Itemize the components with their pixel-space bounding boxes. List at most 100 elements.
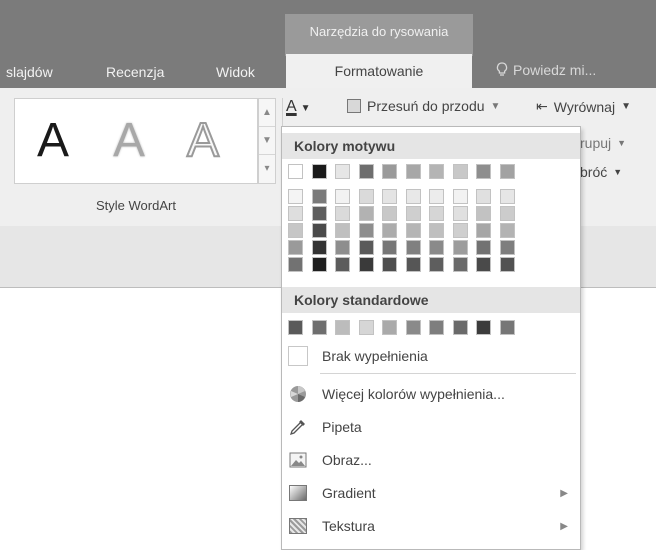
theme-shade-swatch[interactable] [288,189,303,204]
theme-shade-swatch[interactable] [335,257,350,272]
standard-color-swatch[interactable] [476,320,491,335]
theme-shade-swatch[interactable] [499,240,515,255]
theme-shade-swatch[interactable] [405,223,421,238]
theme-color-swatch[interactable] [499,164,515,179]
standard-color-swatch[interactable] [382,320,397,335]
theme-shade-swatch[interactable] [452,257,468,272]
standard-colors-header: Kolory standardowe [282,287,580,313]
standard-color-swatch[interactable] [452,320,468,335]
theme-shade-swatch[interactable] [358,223,374,238]
theme-shade-swatch[interactable] [452,189,468,204]
theme-shade-swatch[interactable] [405,189,421,204]
tab-slides[interactable]: slajdów [6,62,53,82]
theme-shade-swatch[interactable] [499,189,515,204]
theme-shade-swatch[interactable] [452,240,468,255]
theme-shade-swatch[interactable] [405,240,421,255]
theme-shade-swatch[interactable] [382,206,397,221]
theme-shade-swatch[interactable] [311,257,327,272]
theme-shade-swatch[interactable] [335,240,350,255]
group-button[interactable]: rupuj ▼ [580,135,626,151]
theme-shade-swatch[interactable] [382,189,397,204]
theme-color-swatch[interactable] [358,164,374,179]
gallery-scroll-up-icon[interactable]: ▲ [259,99,275,127]
align-button[interactable]: ⇤ Wyrównaj ▼ [536,98,631,115]
standard-color-swatch[interactable] [288,320,303,335]
theme-color-swatch[interactable] [476,164,491,179]
standard-color-swatch[interactable] [429,320,444,335]
eyedropper-item[interactable]: Pipeta [288,414,576,440]
theme-shade-swatch[interactable] [476,189,491,204]
no-fill-item[interactable]: Brak wypełnienia [288,343,576,369]
theme-color-swatch[interactable] [288,164,303,179]
theme-shade-swatch[interactable] [288,223,303,238]
theme-color-swatch[interactable] [429,164,444,179]
theme-color-swatch[interactable] [405,164,421,179]
theme-shade-swatch[interactable] [311,206,327,221]
theme-shade-swatch[interactable] [429,206,444,221]
theme-shade-swatch[interactable] [499,257,515,272]
more-fill-colors-item[interactable]: Więcej kolorów wypełnienia... [288,381,576,407]
color-wheel-icon [288,385,308,403]
theme-shade-swatch[interactable] [335,206,350,221]
texture-item[interactable]: Tekstura ▶ [288,513,576,539]
standard-color-swatch[interactable] [358,320,374,335]
theme-shade-swatch[interactable] [405,206,421,221]
theme-shade-swatch[interactable] [499,223,515,238]
theme-shade-swatch[interactable] [429,240,444,255]
theme-shade-swatch[interactable] [429,257,444,272]
theme-shade-swatch[interactable] [382,240,397,255]
gallery-more-icon[interactable]: ▾ [259,155,275,183]
theme-shade-swatch[interactable] [476,223,491,238]
wordart-style-fill-black[interactable]: A [37,115,69,167]
theme-shade-swatch[interactable] [499,206,515,221]
theme-shade-swatch[interactable] [382,223,397,238]
tab-review[interactable]: Recenzja [106,62,164,82]
theme-shade-swatch[interactable] [288,257,303,272]
picture-fill-item[interactable]: Obraz... [288,447,576,473]
standard-color-swatch[interactable] [499,320,515,335]
menu-divider [320,373,576,374]
tab-view[interactable]: Widok [216,62,255,82]
theme-shade-swatch[interactable] [476,206,491,221]
theme-color-swatch[interactable] [452,164,468,179]
wordart-style-fill-gray[interactable]: A [113,115,145,167]
theme-shade-swatch[interactable] [429,223,444,238]
bring-forward-label: Przesuń do przodu [367,98,485,114]
submenu-arrow-icon: ▶ [560,487,568,499]
tell-me-search[interactable]: Powiedz mi... [496,62,596,78]
theme-shade-swatch[interactable] [311,189,327,204]
theme-shade-swatch[interactable] [405,257,421,272]
theme-shade-swatch[interactable] [452,206,468,221]
theme-shade-swatch[interactable] [382,257,397,272]
theme-shade-swatch[interactable] [335,223,350,238]
theme-shade-swatch[interactable] [452,223,468,238]
theme-color-swatch[interactable] [382,164,397,179]
gallery-scroll-down-icon[interactable]: ▼ [259,127,275,155]
standard-color-swatch[interactable] [311,320,327,335]
theme-shade-swatch[interactable] [311,240,327,255]
rotate-button[interactable]: bróć ▼ [580,164,622,180]
theme-shade-swatch[interactable] [358,189,374,204]
texture-label: Tekstura [322,518,375,534]
theme-shade-swatch[interactable] [358,206,374,221]
submenu-arrow-icon: ▶ [560,520,568,532]
theme-shade-swatch[interactable] [358,257,374,272]
theme-shade-swatch[interactable] [288,240,303,255]
wordart-style-outline[interactable]: A [186,114,220,168]
theme-shade-swatch[interactable] [476,240,491,255]
theme-shade-swatch[interactable] [288,206,303,221]
gradient-item[interactable]: Gradient ▶ [288,480,576,506]
theme-color-swatch[interactable] [335,164,350,179]
bring-forward-button[interactable]: Przesuń do przodu ▼ [347,98,500,114]
standard-color-swatch[interactable] [405,320,421,335]
theme-shade-swatch[interactable] [311,223,327,238]
text-fill-color-button[interactable]: A ▼ [286,98,328,120]
theme-shade-swatch[interactable] [358,240,374,255]
theme-shade-swatch[interactable] [429,189,444,204]
theme-shade-swatch[interactable] [476,257,491,272]
theme-colors-header: Kolory motywu [282,133,580,159]
standard-color-swatch[interactable] [335,320,350,335]
theme-shade-swatch[interactable] [335,189,350,204]
tab-format[interactable]: Formatowanie [286,54,472,88]
theme-color-swatch[interactable] [311,164,327,179]
